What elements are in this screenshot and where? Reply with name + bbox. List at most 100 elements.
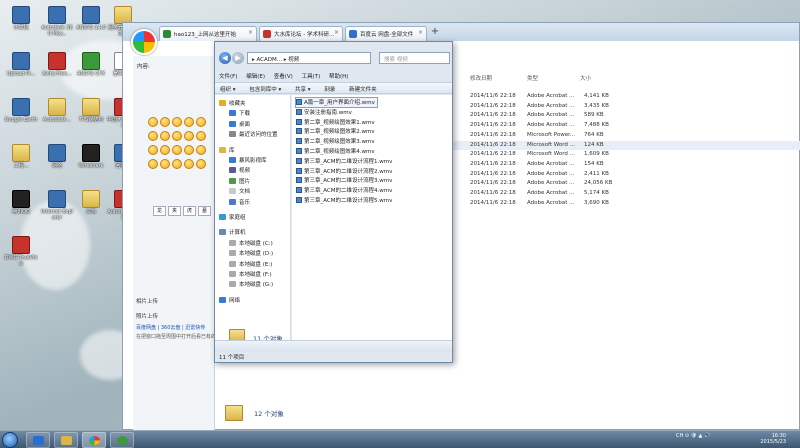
- column-size[interactable]: 大小: [580, 74, 591, 82]
- video-file[interactable]: 第三章_ACM的二维设计流程4.wmv: [296, 186, 392, 195]
- video-file[interactable]: 安装注册指南.wmv: [296, 108, 352, 117]
- cloud-links[interactable]: 百度网盘 | 360云盘 | 迅雷快传: [136, 324, 205, 331]
- desktop-icon[interactable]: 网络: [40, 144, 74, 169]
- emoji-icon[interactable]: [172, 131, 182, 141]
- desktop-icon[interactable]: 文档: [74, 190, 108, 215]
- emoji-icon[interactable]: [184, 159, 194, 169]
- desktop-icon[interactable]: TPS钢结构: [74, 98, 108, 123]
- chat-button-4[interactable]: 墓: [198, 206, 211, 216]
- emoji-icon[interactable]: [148, 145, 158, 155]
- desktop-icon[interactable]: ANSYS 14.0: [74, 6, 108, 31]
- clock[interactable]: 16:30 2015/5/23: [760, 433, 786, 445]
- forward-arrow-icon[interactable]: ▶: [232, 52, 244, 64]
- menu-tools[interactable]: 工具(T): [302, 74, 321, 80]
- video-file[interactable]: 第二章_视频绘图效果3.wmv: [296, 137, 375, 146]
- browser-taskbar-button[interactable]: [82, 432, 106, 448]
- video-file[interactable]: 第二章_视频绘图效果1.wmv: [296, 118, 375, 127]
- emoji-icon[interactable]: [196, 131, 206, 141]
- burn-button[interactable]: 刻录: [324, 87, 335, 93]
- video-file[interactable]: 第三章_ACM的二维设计流程3.wmv: [296, 176, 392, 185]
- emoji-icon[interactable]: [196, 145, 206, 155]
- emoji-icon[interactable]: [148, 117, 158, 127]
- nav-item[interactable]: 下载: [229, 109, 250, 118]
- close-tab-icon[interactable]: ×: [418, 29, 423, 36]
- video-file[interactable]: 第三章_ACM的二维设计流程2.wmv: [296, 167, 392, 176]
- nav-item[interactable]: 本地磁盘 (C:): [229, 239, 273, 248]
- emoji-icon[interactable]: [148, 159, 158, 169]
- emoji-icon[interactable]: [160, 145, 170, 155]
- browser-logo-icon[interactable]: [131, 29, 157, 55]
- nav-item[interactable]: 暴风影视库: [229, 156, 267, 165]
- video-file[interactable]: 第三章_ACM的二维设计流程5.wmv: [296, 196, 392, 205]
- desktop-icon[interactable]: DWG TrueView: [4, 236, 38, 267]
- tab-forum[interactable]: 大水库论坛 - 学术科研... ×: [259, 26, 343, 41]
- organize-button[interactable]: 组织 ▾: [220, 87, 236, 93]
- nav-item[interactable]: 本地磁盘 (E:): [229, 260, 272, 269]
- media-taskbar-button[interactable]: [110, 432, 134, 448]
- explorer-taskbar-button[interactable]: [54, 432, 78, 448]
- nav-item[interactable]: 计算机: [219, 228, 246, 237]
- video-file[interactable]: A篇一章_用户界面介绍.wmv: [295, 97, 378, 108]
- desktop-icon[interactable]: ANSYS CFX: [74, 52, 108, 77]
- nav-item[interactable]: 家庭组: [219, 213, 246, 222]
- close-tab-icon[interactable]: ×: [334, 29, 339, 36]
- emoji-icon[interactable]: [172, 145, 182, 155]
- address-input[interactable]: ▸ ACADM... ▸ 视频: [247, 52, 371, 64]
- nav-item[interactable]: 网络: [219, 296, 240, 305]
- emoji-icon[interactable]: [160, 159, 170, 169]
- desktop-icon[interactable]: Autodesk 360 Max..: [40, 6, 74, 37]
- nav-item[interactable]: 文档: [229, 187, 250, 196]
- emoji-icon[interactable]: [148, 131, 158, 141]
- emoji-icon[interactable]: [196, 159, 206, 169]
- nav-item[interactable]: 库: [219, 146, 235, 155]
- search-input[interactable]: 搜索 视频: [379, 52, 450, 64]
- chat-button-1[interactable]: 龙: [153, 206, 166, 216]
- nav-item[interactable]: 收藏夹: [219, 99, 246, 108]
- start-button[interactable]: [2, 432, 18, 448]
- emoji-icon[interactable]: [184, 145, 194, 155]
- desktop-icon[interactable]: 工程...: [4, 144, 38, 169]
- desktop-icon[interactable]: Autodesk...: [40, 98, 74, 123]
- tray-icons[interactable]: CH ⊙ 🛡 ▲ 🔊: [676, 433, 710, 439]
- nav-item[interactable]: 本地磁盘 (F:): [229, 270, 272, 279]
- emoji-icon[interactable]: [160, 131, 170, 141]
- nav-item[interactable]: 图片: [229, 177, 250, 186]
- desktop-icon[interactable]: 腾讯QQ: [4, 190, 38, 215]
- nav-item[interactable]: 本地磁盘 (D:): [229, 249, 273, 258]
- new-folder-button[interactable]: 新建文件夹: [349, 87, 377, 93]
- desktop-icon[interactable]: 计算机: [4, 6, 38, 31]
- nav-item[interactable]: 视频: [229, 166, 250, 175]
- emoji-icon[interactable]: [196, 117, 206, 127]
- include-in-library-button[interactable]: 包含到库中 ▾: [249, 87, 281, 93]
- desktop-icon[interactable]: Upload Pi...: [4, 52, 38, 77]
- nav-item[interactable]: 最近访问的位置: [229, 130, 278, 139]
- menu-edit[interactable]: 编辑(E): [246, 74, 265, 80]
- column-type[interactable]: 类型: [527, 74, 538, 82]
- nav-item[interactable]: 音乐: [229, 198, 250, 207]
- ie-taskbar-button[interactable]: [26, 432, 50, 448]
- menu-file[interactable]: 文件(F): [219, 74, 237, 80]
- desktop-icon[interactable]: Avira Free...: [40, 52, 74, 77]
- nav-item[interactable]: 本地磁盘 (G:): [229, 280, 273, 289]
- video-file[interactable]: 第二章_视频绘图效果4.wmv: [296, 147, 375, 156]
- tab-hao123[interactable]: hao123_上网从这里开始 ×: [159, 26, 257, 41]
- video-file[interactable]: 第三章_ACM的二维设计流程1.wmv: [296, 157, 392, 166]
- back-arrow-icon[interactable]: ◀: [219, 52, 231, 64]
- chat-button-2[interactable]: 夹: [168, 206, 181, 216]
- emoji-icon[interactable]: [172, 117, 182, 127]
- video-file[interactable]: 第二章_视频绘图效果2.wmv: [296, 127, 375, 136]
- share-button[interactable]: 共享 ▾: [295, 87, 311, 93]
- desktop-icon[interactable]: Google Earth: [4, 98, 38, 123]
- desktop-icon[interactable]: Wireshark: [74, 144, 108, 169]
- tab-baidu-cloud[interactable]: 百度云 网盘-全部文件 ×: [345, 26, 427, 41]
- menu-help[interactable]: 帮助(H): [329, 74, 348, 80]
- nav-item[interactable]: 桌面: [229, 120, 250, 129]
- emoji-icon[interactable]: [172, 159, 182, 169]
- new-tab-button[interactable]: +: [429, 27, 441, 39]
- emoji-icon[interactable]: [184, 131, 194, 141]
- menu-view[interactable]: 查看(V): [274, 74, 293, 80]
- emoji-icon[interactable]: [160, 117, 170, 127]
- column-modified[interactable]: 修改日期: [470, 74, 492, 82]
- desktop-icon[interactable]: Internet Explorer: [40, 190, 74, 221]
- chat-button-3[interactable]: 虎: [183, 206, 196, 216]
